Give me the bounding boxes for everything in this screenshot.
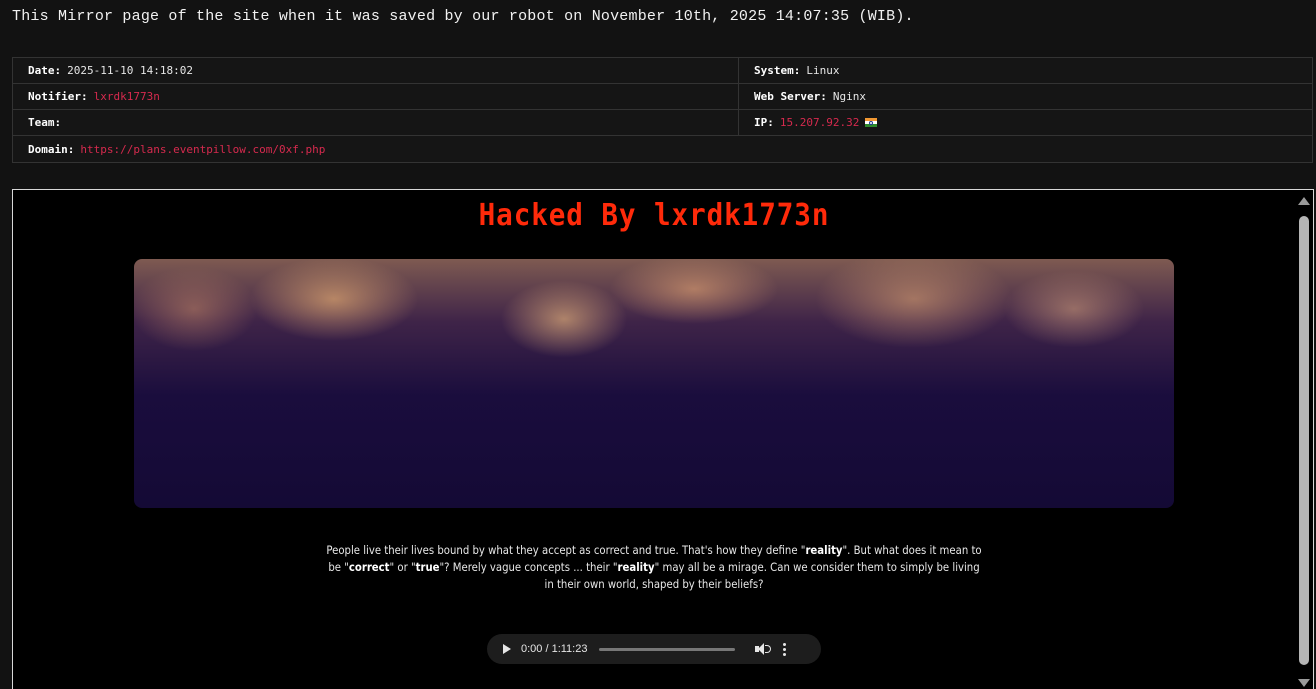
info-row: Date: 2025-11-10 14:18:02 System: Linux [13,58,1312,84]
system-label: System: [754,64,801,77]
mirror-banner: This Mirror page of the site when it was… [12,8,914,25]
notifier-link[interactable]: lxrdk1773n [94,90,160,103]
info-row: Domain: https://plans.eventpillow.com/0x… [13,136,1312,162]
quote-text: People live their lives bound by what th… [326,543,982,591]
mirror-iframe[interactable]: Hacked By lxrdk1773n People live their l… [12,189,1314,689]
india-flag-icon [865,118,878,127]
webserver-label: Web Server: [754,90,827,103]
scroll-down-icon[interactable] [1298,679,1310,687]
system-value: Linux [806,64,840,77]
ip-link[interactable]: 15.207.92.32 [780,116,859,129]
domain-link[interactable]: https://plans.eventpillow.com/0xf.php [80,143,325,156]
ip-label: IP: [754,116,774,129]
info-row: Notifier: lxrdk1773n Web Server: Nginx [13,84,1312,110]
hero-image [134,259,1174,508]
more-options-icon[interactable] [783,642,787,656]
scroll-up-icon[interactable] [1298,197,1310,205]
hacked-title: Hacked By lxrdk1773n [478,198,830,233]
play-icon[interactable] [503,644,511,654]
scrollbar-thumb[interactable] [1299,216,1309,665]
info-row: Team: IP: 15.207.92.32 [13,110,1312,136]
notifier-label: Notifier: [28,90,88,103]
volume-icon[interactable] [755,643,772,655]
audio-player[interactable]: 0:00 / 1:11:23 [487,634,821,664]
audio-time: 0:00 / 1:11:23 [521,643,588,655]
date-value: 2025-11-10 14:18:02 [67,64,193,77]
date-label: Date: [28,64,62,77]
scrollbar[interactable] [1295,190,1313,689]
info-table: Date: 2025-11-10 14:18:02 System: Linux … [12,57,1313,163]
audio-seek-bar[interactable] [599,647,736,651]
webserver-value: Nginx [832,90,866,103]
team-label: Team: [28,116,62,129]
domain-label: Domain: [28,142,75,156]
